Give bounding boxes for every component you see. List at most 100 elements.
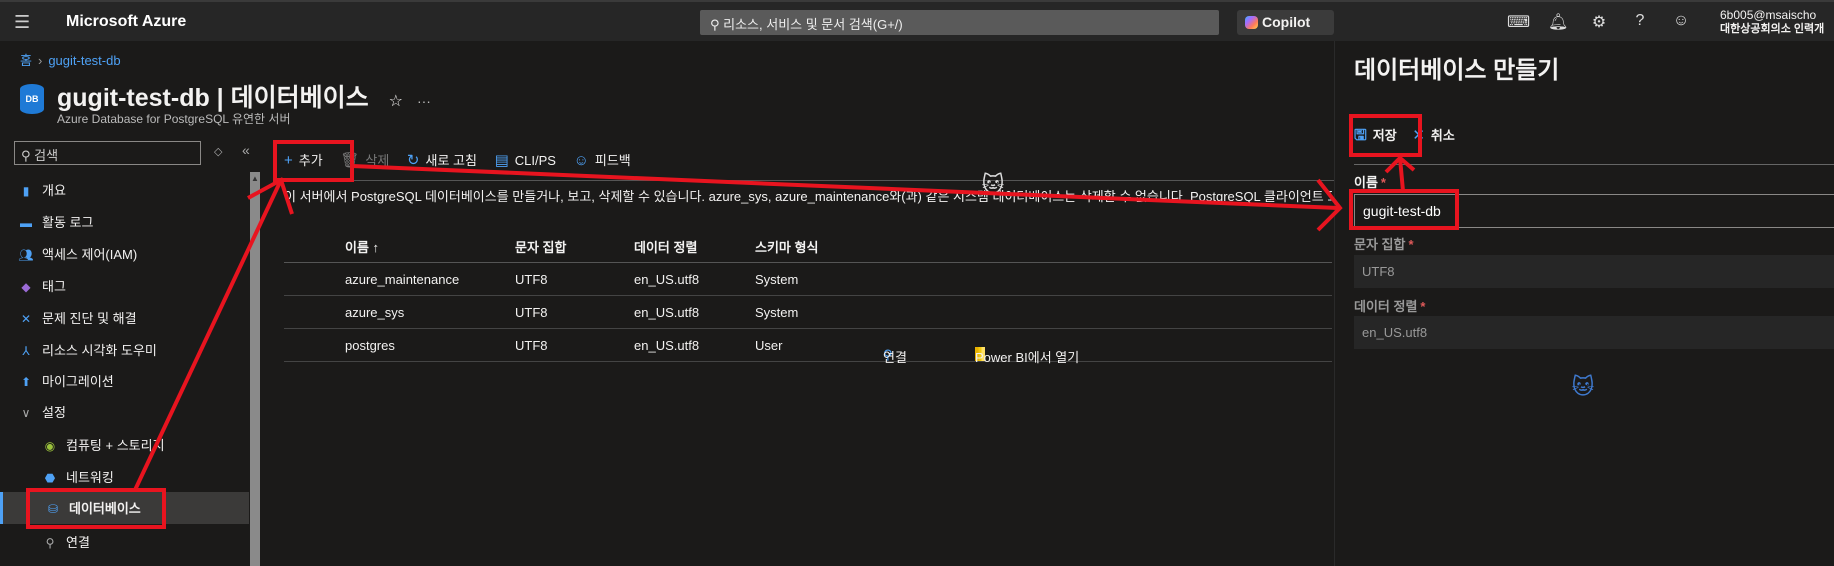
sidebar-item-iam[interactable]: 👥︎ 액세스 제어(IAM): [0, 238, 249, 268]
compute-icon: ◉: [44, 439, 56, 453]
sort-icon[interactable]: ◇: [214, 145, 222, 158]
column-header-name[interactable]: 이름 ↑: [345, 237, 379, 256]
cli-ps-button[interactable]: ▤ CLI/PS: [495, 151, 556, 169]
favorite-star-icon[interactable]: ☆: [389, 93, 403, 110]
cancel-button[interactable]: ✕ 취소: [1412, 127, 1455, 144]
page-title-text: gugit-test-db | 데이터베이스: [57, 84, 369, 112]
cloud-shell-icon[interactable]: ⌨: [1507, 12, 1530, 32]
save-button[interactable]: 🖫 저장: [1354, 127, 1397, 144]
global-search-input[interactable]: ⚲ 리소스, 서비스 및 문서 검색(G+/): [700, 10, 1219, 35]
activity-log-icon: ▬: [20, 216, 32, 230]
feedback-icon: ☺: [573, 152, 589, 169]
column-header-collation: 데이터 정렬: [634, 240, 698, 255]
more-options-icon[interactable]: ···: [417, 93, 431, 109]
name-label: 이름 *: [1354, 172, 1386, 191]
cell-name: azure_maintenance: [345, 272, 460, 287]
cell-collation: en_US.utf8: [634, 338, 700, 353]
database-icon: DB: [20, 84, 44, 114]
breadcrumb-current[interactable]: gugit-test-db: [48, 53, 120, 68]
user-org: 대한상공회의소 인력개: [1720, 23, 1825, 35]
sidebar-item-label: 마이그레이션: [42, 374, 114, 389]
sidebar-scrollbar[interactable]: ▲: [250, 172, 260, 566]
help-icon[interactable]: ?: [1630, 12, 1650, 30]
sidebar-item-overview[interactable]: ▮ 개요: [0, 174, 249, 204]
sidebar-item-visualizer[interactable]: ⅄ 리소스 시각화 도우미: [0, 334, 249, 364]
sidebar-item-connect[interactable]: ⚲ 연결: [0, 526, 249, 556]
copilot-label: Copilot: [1262, 14, 1311, 30]
sidebar-item-databases[interactable]: ⛁ 데이터베이스: [0, 492, 249, 524]
database-name-input[interactable]: [1354, 194, 1834, 228]
cell-schema: System: [755, 272, 799, 287]
add-label: 추가: [298, 153, 323, 168]
sidebar-item-label: 문제 진단 및 해결: [42, 311, 137, 326]
delete-label: 삭제: [365, 153, 390, 168]
delete-button[interactable]: 🗑︎ 삭제: [340, 150, 389, 169]
wrench-icon: ✕: [20, 312, 32, 326]
plus-icon: +: [284, 152, 293, 169]
add-button[interactable]: + 추가: [284, 150, 323, 169]
sidebar-item-tags[interactable]: ◆ 태그: [0, 270, 249, 300]
divider: [1354, 164, 1834, 165]
table-row[interactable]: postgres UTF8 en_US.utf8 User ⚲ 연결 Power …: [284, 329, 1332, 365]
database-icon: ⛁: [47, 502, 59, 516]
scroll-up-icon[interactable]: ▲: [250, 172, 260, 183]
sidebar-item-label: 설정: [42, 405, 66, 420]
databases-table: 이름 ↑ 문자 집합 데이터 정렬 스키마 형식 azure_maintenan…: [284, 228, 1332, 365]
cancel-label: 취소: [1430, 128, 1455, 143]
cat-mascot-icon: 🐱︎: [981, 172, 1005, 197]
sidebar-item-diagnose[interactable]: ✕ 문제 진단 및 해결: [0, 302, 249, 332]
account-menu[interactable]: 6b005@msaischo 대한상공회의소 인력개: [1720, 8, 1824, 36]
cell-charset: UTF8: [515, 272, 548, 287]
sidebar-item-label: 연결: [66, 535, 90, 550]
sidebar-group-settings[interactable]: ∨ 설정: [0, 396, 249, 426]
collation-field: en_US.utf8: [1354, 316, 1834, 349]
sidebar-item-migration[interactable]: ⬆ 마이그레이션: [0, 365, 249, 395]
close-icon: ✕: [1412, 127, 1425, 144]
table-row[interactable]: azure_maintenance UTF8 en_US.utf8 System: [284, 263, 1332, 296]
sidebar-item-compute-storage[interactable]: ◉ 컴퓨팅 + 스토리지: [0, 429, 249, 459]
sidebar-item-label: 액세스 제어(IAM): [42, 247, 138, 262]
cell-name: postgres: [345, 338, 395, 353]
sidebar-search-input[interactable]: ⚲ 검색: [14, 141, 201, 165]
iam-icon: 👥︎: [18, 248, 34, 262]
search-icon: ⚲: [710, 17, 724, 32]
sidebar-item-networking[interactable]: ⬣ 네트워킹: [0, 461, 249, 491]
cell-charset: UTF8: [515, 338, 548, 353]
collation-label: 데이터 정렬 *: [1354, 296, 1425, 315]
table-row[interactable]: azure_sys UTF8 en_US.utf8 System: [284, 296, 1332, 329]
sidebar-search-placeholder: 검색: [34, 148, 59, 163]
required-marker: *: [1420, 299, 1426, 314]
overview-icon: ▮: [22, 184, 30, 198]
copilot-icon: [1245, 16, 1258, 29]
sidebar-item-label: 태그: [42, 279, 66, 294]
top-bar: ☰ Microsoft Azure ⚲ 리소스, 서비스 및 문서 검색(G+/…: [0, 0, 1834, 41]
info-text: 이 서버에서 PostgreSQL 데이터베이스를 만들거나, 보고, 삭제할 …: [284, 189, 1332, 204]
breadcrumb: 홈 › gugit-test-db: [20, 50, 121, 69]
powerbi-label: Power BI에서 열기: [975, 350, 1080, 365]
charset-label-text: 문자 집합: [1354, 237, 1406, 252]
cli-label: CLI/PS: [514, 153, 556, 168]
feedback-button[interactable]: ☺ 피드백: [574, 150, 631, 169]
refresh-icon: ↻: [406, 152, 420, 169]
bell-icon[interactable]: 🔔︎: [1548, 12, 1568, 32]
hamburger-menu-icon[interactable]: ☰: [14, 12, 30, 33]
sidebar-item-activity-log[interactable]: ▬ 활동 로그: [0, 206, 249, 236]
gear-icon[interactable]: ⚙: [1589, 12, 1609, 32]
collation-label-text: 데이터 정렬: [1354, 299, 1418, 314]
brand-logo[interactable]: Microsoft Azure: [66, 13, 186, 31]
migration-icon: ⬆: [20, 375, 32, 389]
refresh-button[interactable]: ↻ 새로 고침: [407, 150, 477, 169]
breadcrumb-home[interactable]: 홈: [20, 53, 32, 68]
required-marker: *: [1408, 237, 1414, 252]
table-header: 이름 ↑ 문자 집합 데이터 정렬 스키마 형식: [284, 228, 1332, 263]
search-placeholder: 리소스, 서비스 및 문서 검색(G+/): [723, 17, 903, 32]
chevron-down-icon: ∨: [21, 406, 31, 420]
panel-command-bar: 🖫 저장 ✕ 취소: [1354, 125, 1455, 150]
name-label-text: 이름: [1354, 175, 1378, 190]
feedback-icon[interactable]: ☺: [1671, 12, 1691, 30]
network-icon: ⬣: [44, 471, 56, 485]
collapse-sidebar-icon[interactable]: «: [242, 142, 250, 158]
required-marker: *: [1380, 175, 1386, 190]
copilot-button[interactable]: Copilot: [1237, 10, 1334, 35]
command-bar: + 추가 🗑︎ 삭제 ↻ 새로 고침 ▤ CLI/PS ☺ 피드백: [284, 150, 645, 174]
